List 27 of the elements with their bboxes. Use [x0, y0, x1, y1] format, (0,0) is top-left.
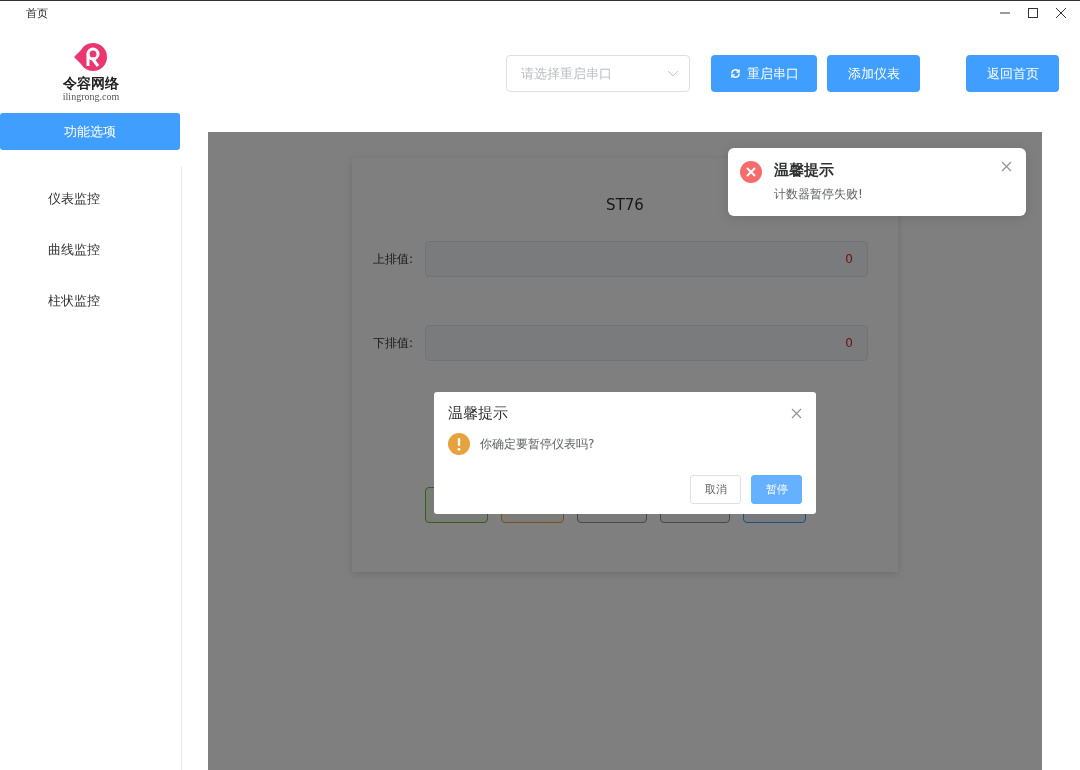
- logo-icon: [73, 42, 109, 72]
- value-field[interactable]: 0: [425, 241, 868, 277]
- nav-item[interactable]: 柱状监控: [0, 275, 181, 326]
- home-button[interactable]: 返回首页: [966, 55, 1059, 92]
- maximize-icon[interactable]: [1028, 8, 1038, 18]
- port-select[interactable]: 请选择重启串口: [506, 55, 690, 92]
- notification-title: 温馨提示: [774, 161, 835, 180]
- dialog-button[interactable]: 暂停: [751, 475, 802, 504]
- nav-item[interactable]: 仪表监控: [0, 173, 181, 224]
- nav-item[interactable]: 曲线监控: [0, 224, 181, 275]
- chevron-down-icon: [667, 70, 679, 77]
- notification-message: 计数器暂停失败!: [774, 186, 864, 203]
- nav-item[interactable]: 功能选项: [0, 113, 180, 150]
- close-icon[interactable]: [1056, 8, 1066, 18]
- toolbar-button[interactable]: 添加仪表: [827, 55, 920, 92]
- field-label: 上排值:: [373, 250, 415, 268]
- window-title: 首页: [26, 5, 48, 21]
- toolbar-button[interactable]: 重启串口: [711, 55, 817, 92]
- value-field[interactable]: 0: [425, 325, 868, 361]
- dialog-message: 你确定要暂停仪表吗?: [480, 435, 595, 453]
- refresh-icon: [729, 68, 741, 79]
- logo-domain: ilingrong.com: [62, 91, 120, 102]
- logo-name: 令容网络: [63, 75, 119, 91]
- dialog-title: 温馨提示: [448, 404, 508, 423]
- dialog-button[interactable]: 取消: [690, 475, 741, 504]
- field-label: 下排值:: [373, 334, 415, 352]
- card-title: ST76: [606, 196, 644, 214]
